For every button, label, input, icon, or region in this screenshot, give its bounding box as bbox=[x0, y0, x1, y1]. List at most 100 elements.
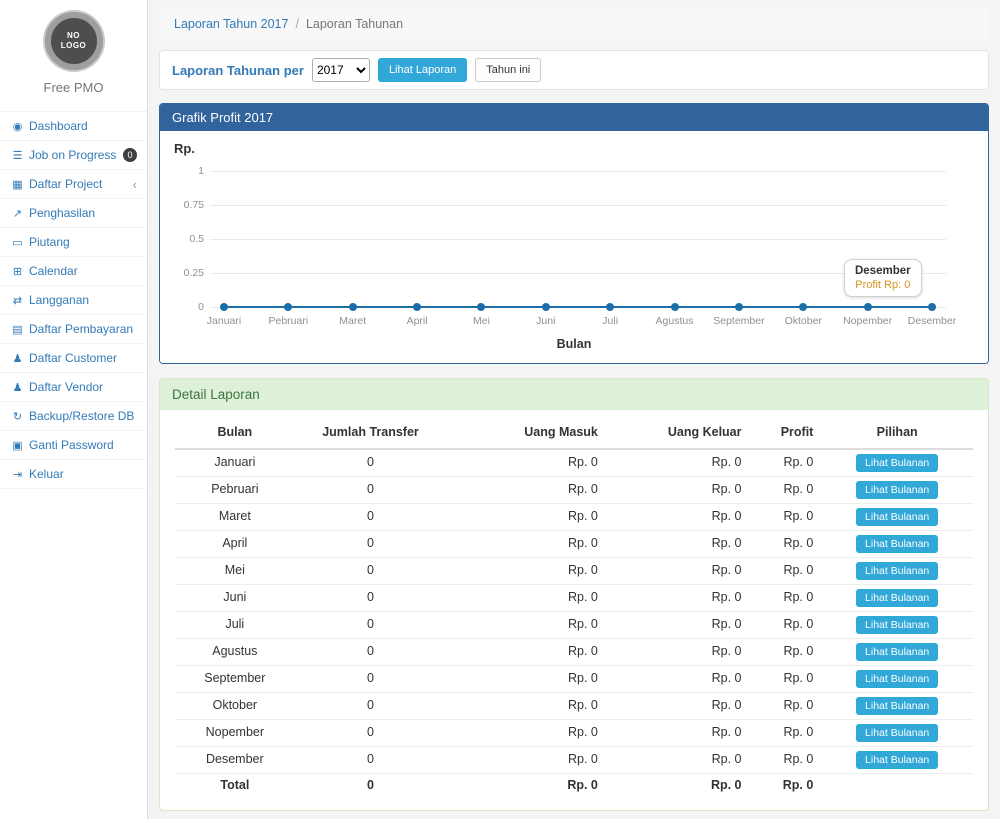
sidebar: NO LOGO Free PMO ◉ Dashboard ☰ Job on Pr… bbox=[0, 0, 148, 819]
table-row: Oktober 0 Rp. 0 Rp. 0 Rp. 0 Lihat Bulana… bbox=[175, 692, 973, 719]
lock-icon: ▣ bbox=[10, 439, 25, 452]
cell-uang-masuk: Rp. 0 bbox=[446, 503, 606, 530]
chart-point-juli[interactable] bbox=[606, 303, 614, 311]
sidebar-item-backup-restore-db[interactable]: ↻ Backup/Restore DB bbox=[0, 402, 147, 431]
sidebar-item-daftar-project[interactable]: ▦ Daftar Project ‹ bbox=[0, 170, 147, 199]
lihat-laporan-button[interactable]: Lihat Laporan bbox=[378, 58, 467, 82]
sidebar-item-label: Daftar Project bbox=[29, 177, 102, 191]
cell-pilihan: Lihat Bulanan bbox=[821, 746, 973, 773]
cell-uang-masuk: Rp. 0 bbox=[446, 476, 606, 503]
chart-tooltip: Desember Profit Rp: 0 bbox=[844, 259, 922, 297]
lihat-bulanan-button[interactable]: Lihat Bulanan bbox=[856, 616, 938, 634]
cell-pilihan: Lihat Bulanan bbox=[821, 584, 973, 611]
brand-block: NO LOGO Free PMO bbox=[0, 0, 147, 103]
sidebar-item-ganti-password[interactable]: ▣ Ganti Password bbox=[0, 431, 147, 460]
main-content: Laporan Tahun 2017/Laporan Tahunan Lapor… bbox=[148, 0, 1000, 819]
cell-profit: Rp. 0 bbox=[750, 719, 822, 746]
chart-point-agustus[interactable] bbox=[671, 303, 679, 311]
lihat-bulanan-button[interactable]: Lihat Bulanan bbox=[856, 670, 938, 688]
sidebar-item-label: Penghasilan bbox=[29, 206, 95, 220]
chart-panel: Grafik Profit 2017 Rp. Desember Profit R… bbox=[159, 103, 989, 364]
sidebar-item-daftar-pembayaran[interactable]: ▤ Daftar Pembayaran bbox=[0, 315, 147, 344]
cell-pilihan: Lihat Bulanan bbox=[821, 665, 973, 692]
table-icon: ▦ bbox=[10, 178, 25, 191]
lihat-bulanan-button[interactable]: Lihat Bulanan bbox=[856, 589, 938, 607]
chart-point-maret[interactable] bbox=[349, 303, 357, 311]
cell-profit: Rp. 0 bbox=[750, 584, 822, 611]
sidebar-item-dashboard[interactable]: ◉ Dashboard bbox=[0, 112, 147, 141]
lihat-bulanan-button[interactable]: Lihat Bulanan bbox=[856, 697, 938, 715]
cell-bulan: April bbox=[175, 530, 295, 557]
lihat-bulanan-button[interactable]: Lihat Bulanan bbox=[856, 751, 938, 769]
chart-y-tick: 0.25 bbox=[160, 267, 204, 279]
calendar-icon: ⊞ bbox=[10, 265, 25, 278]
logo-text-line2: LOGO bbox=[61, 41, 87, 51]
lihat-bulanan-button[interactable]: Lihat Bulanan bbox=[856, 508, 938, 526]
cell-uang-keluar: Rp. 0 bbox=[606, 530, 750, 557]
cell-uang-masuk: Rp. 0 bbox=[446, 530, 606, 557]
sidebar-item-penghasilan[interactable]: ↗ Penghasilan bbox=[0, 199, 147, 228]
chart-x-tick: Desember bbox=[890, 315, 974, 327]
logo-text-line1: NO bbox=[67, 31, 80, 41]
chart-point-mei[interactable] bbox=[477, 303, 485, 311]
refresh-icon: ↻ bbox=[10, 410, 25, 423]
cell-profit: Rp. 0 bbox=[750, 692, 822, 719]
cell-bulan: Agustus bbox=[175, 638, 295, 665]
table-row: Pebruari 0 Rp. 0 Rp. 0 Rp. 0 Lihat Bulan… bbox=[175, 476, 973, 503]
total-profit: Rp. 0 bbox=[750, 773, 822, 797]
header-uang-masuk: Uang Masuk bbox=[446, 418, 606, 449]
lihat-bulanan-button[interactable]: Lihat Bulanan bbox=[856, 454, 938, 472]
sidebar-menu: ◉ Dashboard ☰ Job on Progress 0 ▦ Daftar… bbox=[0, 111, 147, 489]
breadcrumb-link-laporan-tahun[interactable]: Laporan Tahun 2017 bbox=[174, 17, 288, 31]
cell-uang-keluar: Rp. 0 bbox=[606, 746, 750, 773]
cell-profit: Rp. 0 bbox=[750, 665, 822, 692]
count-badge: 0 bbox=[123, 148, 137, 162]
chart-gridline bbox=[210, 205, 946, 206]
table-row: Juni 0 Rp. 0 Rp. 0 Rp. 0 Lihat Bulanan bbox=[175, 584, 973, 611]
sidebar-item-daftar-customer[interactable]: ♟ Daftar Customer bbox=[0, 344, 147, 373]
lihat-bulanan-button[interactable]: Lihat Bulanan bbox=[856, 535, 938, 553]
cell-uang-keluar: Rp. 0 bbox=[606, 665, 750, 692]
chart-point-nopember[interactable] bbox=[864, 303, 872, 311]
chart-point-september[interactable] bbox=[735, 303, 743, 311]
sidebar-item-calendar[interactable]: ⊞ Calendar bbox=[0, 257, 147, 286]
cell-uang-keluar: Rp. 0 bbox=[606, 611, 750, 638]
chart-y-tick: 1 bbox=[160, 165, 204, 177]
breadcrumb-separator: / bbox=[295, 17, 298, 31]
chart-point-oktober[interactable] bbox=[799, 303, 807, 311]
chart-point-april[interactable] bbox=[413, 303, 421, 311]
tooltip-title: Desember bbox=[855, 265, 911, 277]
lihat-bulanan-button[interactable]: Lihat Bulanan bbox=[856, 562, 938, 580]
sidebar-item-label: Daftar Pembayaran bbox=[29, 322, 133, 336]
detail-table-wrap: Bulan Jumlah Transfer Uang Masuk Uang Ke… bbox=[160, 410, 988, 809]
chart-point-juni[interactable] bbox=[542, 303, 550, 311]
chart-panel-title: Grafik Profit 2017 bbox=[160, 104, 988, 131]
chart-point-desember[interactable] bbox=[928, 303, 936, 311]
lihat-bulanan-button[interactable]: Lihat Bulanan bbox=[856, 481, 938, 499]
cell-profit: Rp. 0 bbox=[750, 530, 822, 557]
year-select[interactable]: 2017 bbox=[312, 58, 370, 82]
table-row: Januari 0 Rp. 0 Rp. 0 Rp. 0 Lihat Bulana… bbox=[175, 449, 973, 477]
sidebar-item-daftar-vendor[interactable]: ♟ Daftar Vendor bbox=[0, 373, 147, 402]
cell-uang-masuk: Rp. 0 bbox=[446, 719, 606, 746]
cell-uang-masuk: Rp. 0 bbox=[446, 557, 606, 584]
sidebar-item-piutang[interactable]: ▭ Piutang bbox=[0, 228, 147, 257]
sidebar-item-job-on-progress[interactable]: ☰ Job on Progress 0 bbox=[0, 141, 147, 170]
sidebar-item-keluar[interactable]: ⇥ Keluar bbox=[0, 460, 147, 489]
users-icon: ♟ bbox=[10, 381, 25, 394]
total-jumlah-transfer: 0 bbox=[295, 773, 447, 797]
chart-point-januari[interactable] bbox=[220, 303, 228, 311]
cell-uang-keluar: Rp. 0 bbox=[606, 503, 750, 530]
cell-uang-masuk: Rp. 0 bbox=[446, 692, 606, 719]
tahun-ini-button[interactable]: Tahun ini bbox=[475, 58, 541, 82]
header-pilihan: Pilihan bbox=[821, 418, 973, 449]
cell-profit: Rp. 0 bbox=[750, 638, 822, 665]
table-row: Juli 0 Rp. 0 Rp. 0 Rp. 0 Lihat Bulanan bbox=[175, 611, 973, 638]
lihat-bulanan-button[interactable]: Lihat Bulanan bbox=[856, 643, 938, 661]
chart-point-pebruari[interactable] bbox=[284, 303, 292, 311]
cell-jumlah-transfer: 0 bbox=[295, 692, 447, 719]
sidebar-item-langganan[interactable]: ⇄ Langganan bbox=[0, 286, 147, 315]
line-chart-icon: ↗ bbox=[10, 207, 25, 220]
detail-panel: Detail Laporan Bulan Jumlah Transfer Uan… bbox=[159, 378, 989, 810]
lihat-bulanan-button[interactable]: Lihat Bulanan bbox=[856, 724, 938, 742]
